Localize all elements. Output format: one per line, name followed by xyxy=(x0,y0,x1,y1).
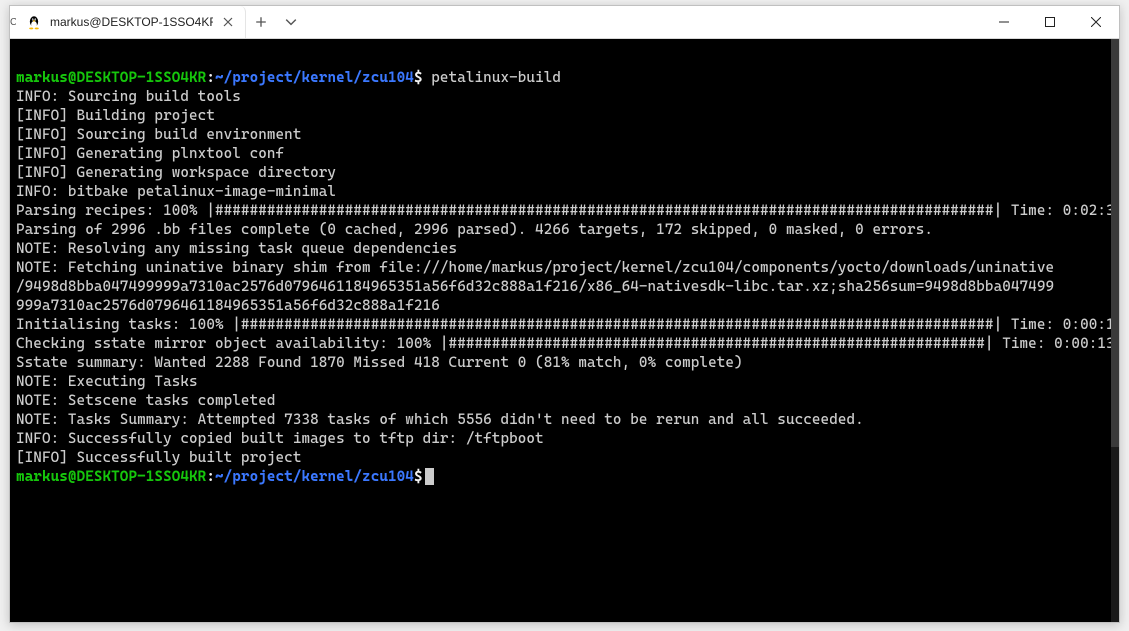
prompt2-path: ~/project/kernel/zcu104 xyxy=(215,468,414,485)
output-line: [INFO] Successfully built project xyxy=(16,449,301,466)
tab-active[interactable]: markus@DESKTOP-1SSO4KR: ~. xyxy=(16,6,246,38)
terminal-window: C markus@DESKTOP-1SSO4KR: ~. xyxy=(9,5,1120,623)
output-line: NOTE: Executing Tasks xyxy=(16,373,198,390)
output-line: Parsing of 2996 .bb files complete (0 ca… xyxy=(16,221,933,238)
output-line: Sstate summary: Wanted 2288 Found 1870 M… xyxy=(16,354,743,371)
output-line: NOTE: Resolving any missing task queue d… xyxy=(16,240,457,257)
titlebar-drag-area[interactable] xyxy=(306,6,981,38)
tab-title: markus@DESKTOP-1SSO4KR: ~. xyxy=(50,15,213,29)
output-line: [INFO] Building project xyxy=(16,107,215,124)
prompt-user-host: markus@DESKTOP-1SSO4KR xyxy=(16,69,206,86)
output-line: Parsing recipes: 100% |#################… xyxy=(16,202,1119,219)
output-line: NOTE: Setscene tasks completed xyxy=(16,392,276,409)
scrollbar[interactable] xyxy=(1111,39,1119,622)
output-line: INFO: Successfully copied built images t… xyxy=(16,430,544,447)
output-line: INFO: bitbake petalinux-image-minimal xyxy=(16,183,336,200)
output-line: INFO: Sourcing build tools xyxy=(16,88,241,105)
tab-dropdown-button[interactable] xyxy=(276,6,306,38)
output-line: [INFO] Generating workspace directory xyxy=(16,164,336,181)
new-tab-button[interactable] xyxy=(246,6,276,38)
prompt2-dollar: $ xyxy=(414,468,423,485)
output-line: NOTE: Fetching uninative binary shim fro… xyxy=(16,259,1054,276)
prompt2-colon: : xyxy=(206,468,215,485)
prompt-colon: : xyxy=(206,69,215,86)
scrollbar-thumb[interactable] xyxy=(1111,39,1119,447)
output-line: [INFO] Generating plnxtool conf xyxy=(16,145,284,162)
output-line: NOTE: Tasks Summary: Attempted 7338 task… xyxy=(16,411,864,428)
output-line: [INFO] Sourcing build environment xyxy=(16,126,301,143)
tab-close-button[interactable] xyxy=(221,15,235,29)
terminal-content[interactable]: markus@DESKTOP-1SSO4KR:~/project/kernel/… xyxy=(10,39,1119,622)
prompt-dollar: $ xyxy=(414,69,423,86)
minimize-button[interactable] xyxy=(981,6,1027,38)
cursor xyxy=(425,468,434,485)
maximize-button[interactable] xyxy=(1027,6,1073,38)
prompt2-user-host: markus@DESKTOP-1SSO4KR xyxy=(16,468,206,485)
output-line: Initialising tasks: 100% |##############… xyxy=(16,316,1119,333)
command-text: petalinux-build xyxy=(423,69,561,86)
output-line: /9498d8bba047499999a7310ac2576d079646118… xyxy=(16,278,1054,295)
output-line: 999a7310ac2576d0796461184965351a56f6d32c… xyxy=(16,297,440,314)
tux-penguin-icon xyxy=(26,14,42,30)
close-button[interactable] xyxy=(1073,6,1119,38)
output-line: Checking sstate mirror object availabili… xyxy=(16,335,1115,352)
titlebar: C markus@DESKTOP-1SSO4KR: ~. xyxy=(10,6,1119,39)
prompt-path: ~/project/kernel/zcu104 xyxy=(215,69,414,86)
